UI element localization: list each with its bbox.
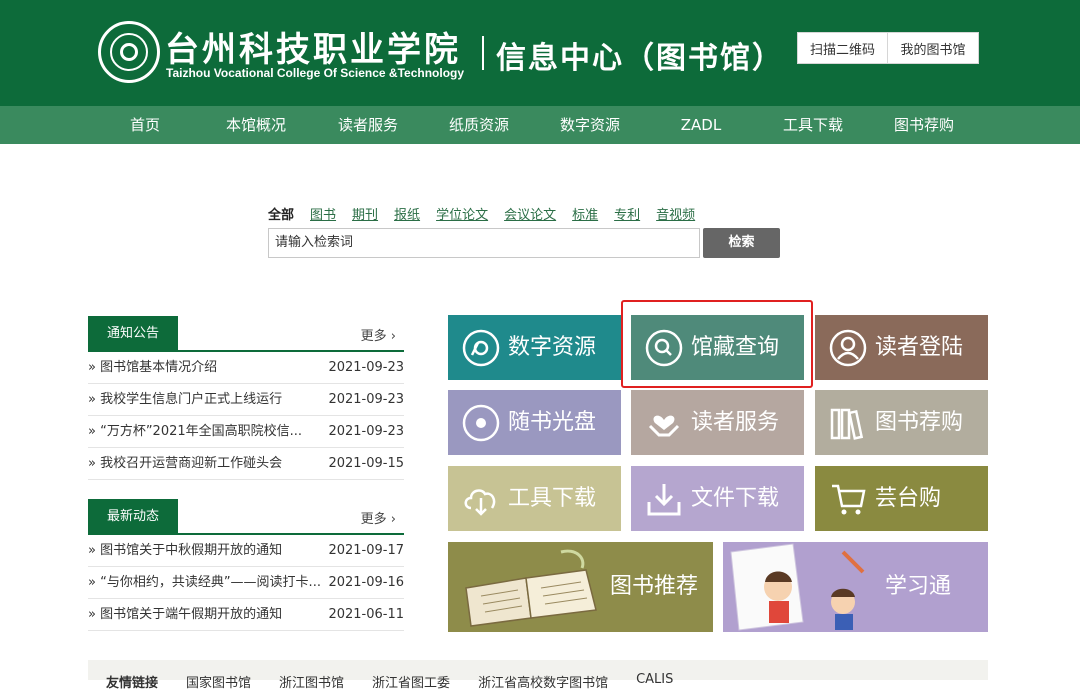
notice-item-date: 2021-09-23	[328, 360, 404, 375]
tile-label: 读者登陆	[875, 335, 964, 360]
notice-item-title[interactable]: » 我校召开运营商迎新工作碰头会	[88, 448, 323, 480]
heart-hands-icon	[645, 404, 683, 442]
notice-item[interactable]: » “万方杯”2021年全国高职院校信... 2021-09-23	[88, 416, 404, 448]
banner-label: 图书推荐	[610, 574, 699, 599]
notice-item[interactable]: » 我校召开运营商迎新工作碰头会 2021-09-15	[88, 448, 404, 480]
search-tabs: 全部 图书 期刊 报纸 学位论文 会议论文 标准 专利 音视频	[268, 204, 711, 223]
site-header: 台州科技职业学院 Taizhou Vocational College Of S…	[0, 0, 1080, 106]
tile-label: 图书荐购	[875, 410, 964, 435]
nav-item-tools[interactable]: 工具下载	[763, 106, 863, 144]
news-item[interactable]: » 图书馆关于端午假期开放的通知 2021-06-11	[88, 599, 404, 631]
news-item[interactable]: » 图书馆关于中秋假期开放的通知 2021-09-17	[88, 535, 404, 567]
nav-item-about[interactable]: 本馆概况	[206, 106, 306, 144]
notice-item-date: 2021-09-23	[328, 424, 404, 439]
tile-file-download[interactable]: 文件下载	[631, 466, 804, 531]
friend-link[interactable]: 国家图书馆	[186, 672, 251, 691]
notice-item[interactable]: » 图书馆基本情况介绍 2021-09-23	[88, 352, 404, 384]
selection-highlight	[621, 300, 813, 388]
notice-item[interactable]: » 我校学生信息门户正式上线运行 2021-09-23	[88, 384, 404, 416]
search-tab-journals[interactable]: 期刊	[352, 204, 378, 223]
tile-tools-download[interactable]: 工具下载	[448, 466, 621, 531]
friend-link[interactable]: 浙江图书馆	[279, 672, 344, 691]
notice-panel-title[interactable]: 通知公告	[88, 316, 178, 352]
title-divider	[482, 36, 484, 70]
nav-item-book-recommend[interactable]: 图书荐购	[874, 106, 974, 144]
tile-label: 数字资源	[508, 335, 597, 360]
college-name-cn[interactable]: 台州科技职业学院	[165, 22, 461, 71]
search-button[interactable]: 检索	[703, 228, 780, 258]
qr-code-button[interactable]: 扫描二维码	[797, 32, 888, 64]
search-tab-theses[interactable]: 学位论文	[436, 204, 488, 223]
search-tab-newspapers[interactable]: 报纸	[394, 204, 420, 223]
nav-item-zadl[interactable]: ZADL	[651, 106, 751, 144]
tile-reader-login[interactable]: 读者登陆	[815, 315, 988, 380]
nav-item-home[interactable]: 首页	[95, 106, 195, 144]
college-name-en: Taizhou Vocational College Of Science &T…	[166, 66, 465, 80]
download-icon	[645, 480, 683, 518]
news-item-title[interactable]: » 图书馆关于中秋假期开放的通知	[88, 535, 323, 567]
my-library-button[interactable]: 我的图书馆	[888, 32, 979, 64]
notice-item-date: 2021-09-23	[328, 392, 404, 407]
search-tab-all[interactable]: 全部	[268, 204, 294, 223]
search-tab-patents[interactable]: 专利	[614, 204, 640, 223]
news-item[interactable]: » “与你相约，共读经典”——阅读打卡... 2021-09-16	[88, 567, 404, 599]
cloud-download-icon	[462, 480, 500, 518]
search-tab-conference[interactable]: 会议论文	[504, 204, 556, 223]
news-more-link[interactable]: 更多 ›	[361, 508, 396, 527]
friend-link[interactable]: CALIS	[636, 672, 673, 691]
banner-xuexitong[interactable]: 学习通	[723, 542, 988, 632]
open-book-illustration	[465, 549, 597, 627]
user-icon	[829, 329, 867, 367]
news-item-date: 2021-09-16	[328, 575, 404, 590]
tile-label: 工具下载	[508, 486, 597, 511]
cd-icon	[462, 404, 500, 442]
tile-label: 随书光盘	[508, 410, 597, 435]
news-item-title[interactable]: » 图书馆关于端午假期开放的通知	[88, 599, 323, 631]
tile-label: 读者服务	[691, 410, 780, 435]
tile-label: 文件下载	[691, 486, 780, 511]
cart-icon	[829, 480, 867, 518]
tile-book-recommend[interactable]: 图书荐购	[815, 390, 988, 455]
search-tab-standards[interactable]: 标准	[572, 204, 598, 223]
news-item-date: 2021-06-11	[328, 607, 404, 622]
tile-reader-services[interactable]: 读者服务	[631, 390, 804, 455]
news-panel: 最新动态 更多 › » 图书馆关于中秋假期开放的通知 2021-09-17 » “…	[88, 499, 404, 631]
news-item-title[interactable]: » “与你相约，共读经典”——阅读打卡...	[88, 567, 323, 599]
tile-yuntai-shop[interactable]: 芸台购	[815, 466, 988, 531]
tile-digital-resources[interactable]: 数字资源	[448, 315, 621, 380]
friend-links: 友情链接 国家图书馆 浙江图书馆 浙江省图工委 浙江省高校数字图书馆 CALIS	[88, 660, 988, 691]
nav-item-paper-resources[interactable]: 纸质资源	[429, 106, 529, 144]
banner-label: 学习通	[885, 574, 952, 599]
disc-icon	[462, 329, 500, 367]
search-tab-books[interactable]: 图书	[310, 204, 336, 223]
notice-item-title[interactable]: » 图书馆基本情况介绍	[88, 352, 323, 384]
friend-link[interactable]: 浙江省图工委	[372, 672, 450, 691]
nav-item-reader-services[interactable]: 读者服务	[318, 106, 418, 144]
center-title: 信息中心（图书馆）	[496, 41, 784, 76]
notice-item-date: 2021-09-15	[328, 456, 404, 471]
search-tab-media[interactable]: 音视频	[656, 204, 695, 223]
notice-panel: 通知公告 更多 › » 图书馆基本情况介绍 2021-09-23 » 我校学生信息…	[88, 316, 404, 480]
banner-book-recommend[interactable]: 图书推荐	[448, 542, 713, 632]
search-input[interactable]: 请输入检索词	[268, 228, 700, 258]
news-item-date: 2021-09-17	[328, 543, 404, 558]
college-logo-icon[interactable]	[98, 21, 160, 83]
tile-cd-resources[interactable]: 随书光盘	[448, 390, 621, 455]
news-panel-title[interactable]: 最新动态	[88, 499, 178, 535]
tile-label: 芸台购	[875, 486, 942, 511]
study-illustration	[730, 543, 865, 631]
nav-item-digital-resources[interactable]: 数字资源	[540, 106, 640, 144]
notice-more-link[interactable]: 更多 ›	[361, 325, 396, 344]
books-icon	[829, 404, 867, 442]
notice-item-title[interactable]: » 我校学生信息门户正式上线运行	[88, 384, 323, 416]
friend-link[interactable]: 浙江省高校数字图书馆	[478, 672, 608, 691]
main-nav: 首页 本馆概况 读者服务 纸质资源 数字资源 ZADL 工具下载 图书荐购	[0, 106, 1080, 144]
notice-item-title[interactable]: » “万方杯”2021年全国高职院校信...	[88, 416, 323, 448]
friend-links-title: 友情链接	[106, 676, 159, 691]
